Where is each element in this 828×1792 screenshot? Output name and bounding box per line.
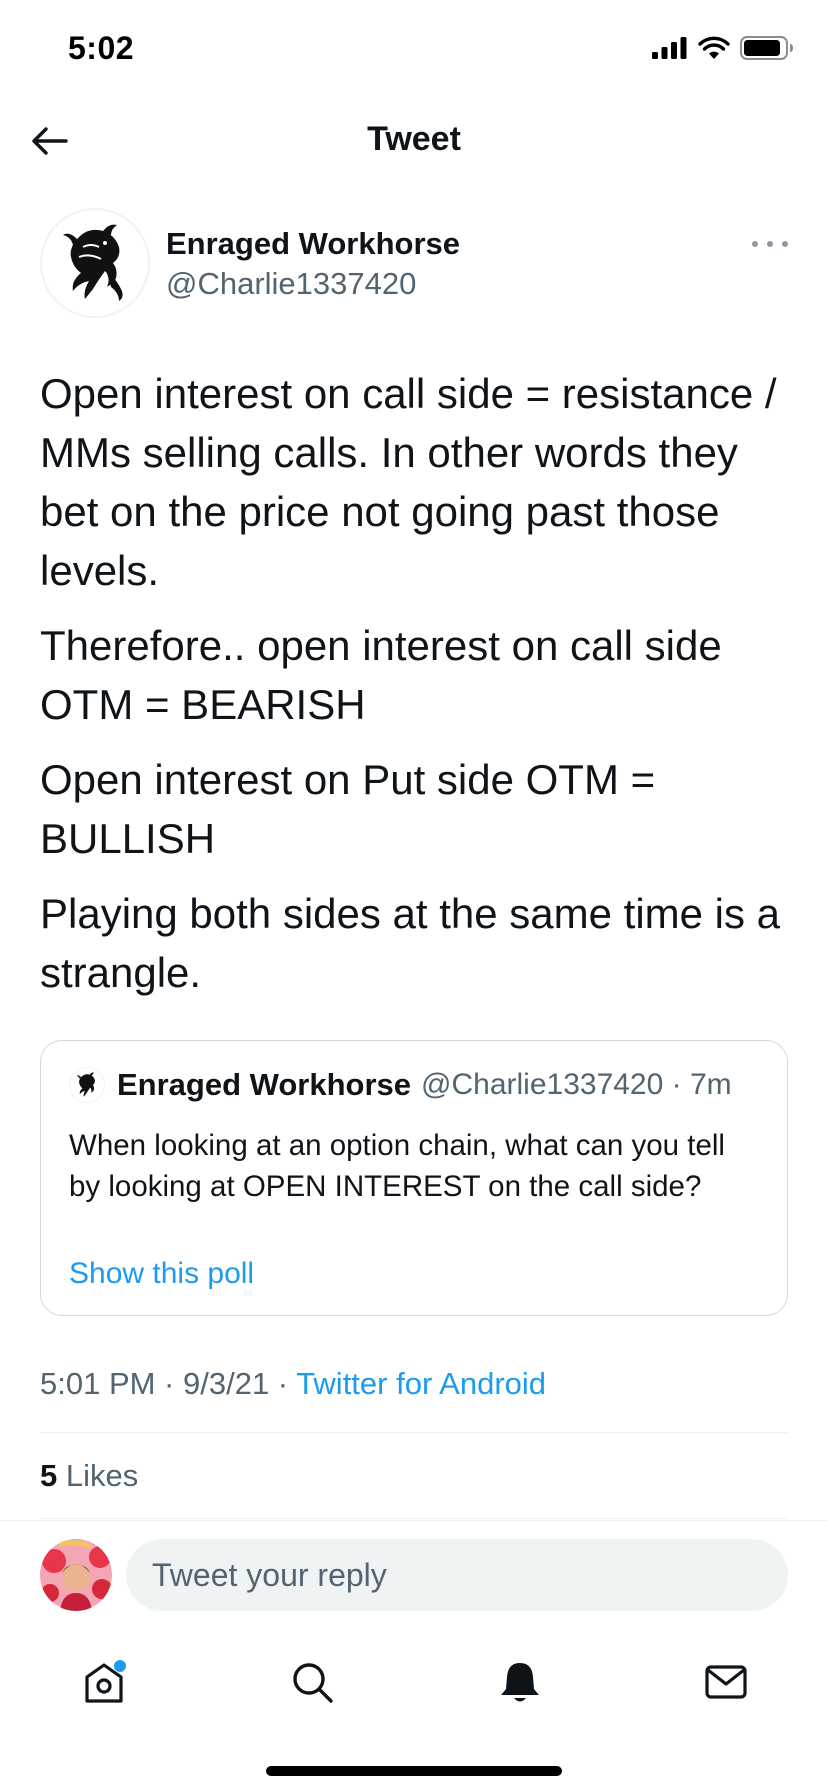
more-icon-dot bbox=[767, 241, 773, 247]
tweet-paragraph: Therefore.. open interest on call side O… bbox=[40, 622, 722, 728]
author-avatar[interactable] bbox=[40, 208, 150, 318]
tweet-meta: 5:01 PM · 9/3/21 · Twitter for Android bbox=[40, 1366, 546, 1402]
tweet-paragraph: Playing both sides at the same time is a… bbox=[40, 890, 781, 996]
likes-label: Likes bbox=[57, 1458, 139, 1493]
quoted-tweet-header: Enraged Workhorse @Charlie1337420 · 7m bbox=[69, 1067, 732, 1103]
cellular-signal-icon bbox=[652, 37, 687, 59]
author-name[interactable]: Enraged Workhorse bbox=[166, 226, 460, 262]
tab-notifications[interactable] bbox=[490, 1652, 550, 1712]
quoted-author-avatar bbox=[69, 1067, 105, 1103]
reply-input[interactable] bbox=[126, 1539, 788, 1611]
more-icon-dot bbox=[752, 241, 758, 247]
bottom-tab-bar bbox=[0, 1632, 828, 1742]
quoted-tweet-card[interactable]: Enraged Workhorse @Charlie1337420 · 7m W… bbox=[40, 1040, 788, 1316]
user-avatar[interactable] bbox=[40, 1539, 112, 1611]
likes-number: 5 bbox=[40, 1458, 58, 1493]
tweet-source-link[interactable]: Twitter for Android bbox=[296, 1366, 546, 1401]
reply-bar bbox=[0, 1520, 828, 1632]
tab-search[interactable] bbox=[282, 1652, 342, 1712]
author-handle[interactable]: @Charlie1337420 bbox=[166, 266, 416, 302]
page-title: Tweet bbox=[367, 120, 461, 158]
search-icon bbox=[293, 1663, 333, 1703]
battery-icon bbox=[740, 36, 793, 60]
tweet-author: Enraged Workhorse @Charlie1337420 bbox=[40, 208, 788, 320]
quoted-author-name: Enraged Workhorse bbox=[117, 1067, 412, 1102]
mail-icon bbox=[705, 1665, 747, 1699]
divider bbox=[40, 1432, 788, 1433]
more-options-button[interactable] bbox=[752, 234, 788, 254]
more-icon-dot bbox=[782, 241, 788, 247]
user-photo-icon bbox=[40, 1539, 112, 1611]
horse-logo-icon bbox=[63, 224, 123, 301]
notification-dot bbox=[114, 1660, 126, 1672]
home-indicator bbox=[266, 1766, 562, 1776]
tweet-paragraph: Open interest on Put side OTM = BULLISH bbox=[40, 756, 656, 862]
status-bar: 5:02 bbox=[0, 0, 828, 100]
divider bbox=[40, 1518, 788, 1519]
tab-messages[interactable] bbox=[696, 1652, 756, 1712]
status-icons bbox=[652, 36, 794, 60]
horse-logo-icon bbox=[76, 1072, 95, 1097]
nav-header: Tweet bbox=[0, 100, 828, 182]
tweet-timestamp: 5:01 PM · 9/3/21 · bbox=[40, 1366, 297, 1401]
tab-home[interactable] bbox=[74, 1652, 134, 1712]
likes-count[interactable]: 5 Likes bbox=[40, 1458, 138, 1494]
quoted-author-handle: @Charlie1337420 · 7m bbox=[421, 1068, 732, 1101]
tweet-paragraph: Open interest on call side = resistance … bbox=[40, 370, 777, 594]
show-poll-link[interactable]: Show this poll bbox=[69, 1257, 254, 1291]
bell-icon bbox=[501, 1663, 539, 1702]
quoted-tweet-text: When looking at an option chain, what ca… bbox=[69, 1129, 725, 1203]
wifi-icon bbox=[698, 36, 730, 59]
tweet-text: Open interest on call side = resistance … bbox=[40, 364, 800, 1018]
status-time: 5:02 bbox=[68, 30, 135, 66]
